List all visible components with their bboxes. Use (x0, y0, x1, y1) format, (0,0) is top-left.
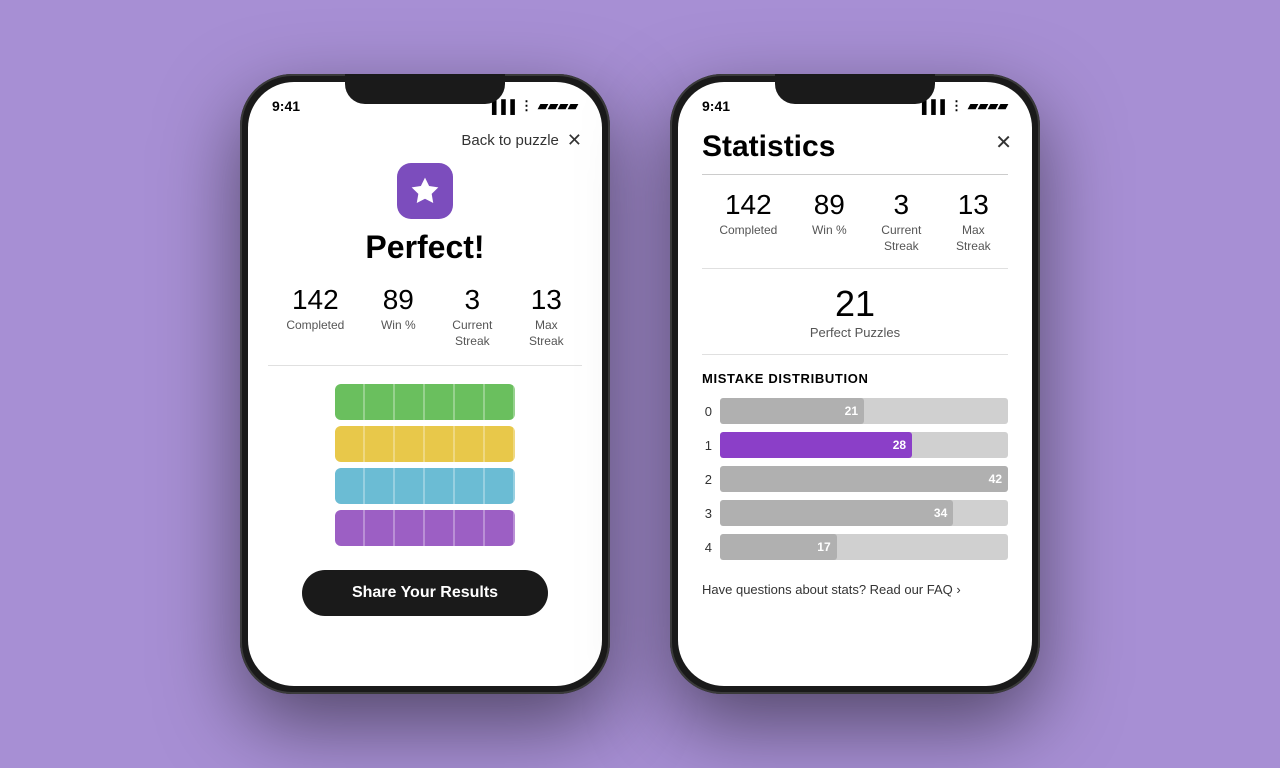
bar-val-4: 17 (817, 540, 830, 554)
bar-fill-2: 42 (720, 466, 1008, 492)
stat-completed: 142 Completed (286, 284, 344, 349)
bar-bg-3: 34 (720, 500, 1008, 526)
phone-2-screen: 9:41 ▐▐▐ ⋮ ▰▰▰▰ ✕ Statistics 142 Complet… (678, 82, 1032, 686)
stat2-streak-label: CurrentStreak (881, 223, 921, 254)
mistake-distribution-title: MISTAKE DISTRIBUTION (702, 371, 1008, 386)
stat2-maxstreak-label: MaxStreak (956, 223, 991, 254)
star-icon-box (397, 163, 453, 219)
perfect-puzzles-number: 21 (835, 283, 875, 325)
stats-row-1: 142 Completed 89 Win % 3 CurrentStreak 1… (268, 284, 582, 366)
bar-fill-3: 34 (720, 500, 953, 526)
stat2-maxstreak: 13 MaxStreak (956, 189, 991, 254)
title-divider (702, 174, 1008, 175)
bar-bg-2: 42 (720, 466, 1008, 492)
bar-index-4: 4 (702, 540, 712, 555)
stat2-maxstreak-num: 13 (958, 189, 989, 221)
bar-row-1: 1 28 (702, 432, 1008, 458)
wifi-icon-2: ⋮ (950, 98, 963, 114)
block-yellow (335, 426, 515, 462)
stat-completed-num: 142 (292, 284, 339, 316)
battery-icon-2: ▰▰▰▰ (968, 98, 1008, 114)
stats-row-2: 142 Completed 89 Win % 3 CurrentStreak 1… (702, 189, 1008, 269)
bar-row-4: 4 17 (702, 534, 1008, 560)
wifi-icon: ⋮ (520, 98, 533, 114)
perfect-puzzles-label: Perfect Puzzles (810, 325, 900, 340)
back-to-puzzle-bar: Back to puzzle ✕ (268, 122, 582, 163)
stat-streak: 3 CurrentStreak (452, 284, 492, 349)
phone-1-screen: 9:41 ▐▐▐ ⋮ ▰▰▰▰ Back to puzzle ✕ Perfect… (248, 82, 602, 686)
bar-row-3: 3 34 (702, 500, 1008, 526)
close-icon[interactable]: ✕ (567, 130, 582, 151)
block-purple (335, 510, 515, 546)
bar-fill-4: 17 (720, 534, 837, 560)
time-1: 9:41 (272, 98, 300, 114)
phone-notch-1 (345, 74, 505, 104)
phone-notch-2 (775, 74, 935, 104)
battery-icon: ▰▰▰▰ (538, 98, 578, 114)
bar-index-0: 0 (702, 404, 712, 419)
bar-bg-4: 17 (720, 534, 1008, 560)
bar-index-3: 3 (702, 506, 712, 521)
stat-winpct-num: 89 (383, 284, 414, 316)
stat2-winpct-label: Win % (812, 223, 847, 239)
stat2-completed-label: Completed (719, 223, 777, 239)
color-blocks (335, 384, 515, 546)
stat2-winpct: 89 Win % (812, 189, 847, 254)
stat-streak-num: 3 (465, 284, 481, 316)
stat-completed-label: Completed (286, 318, 344, 334)
stat-winpct: 89 Win % (381, 284, 416, 349)
stat2-streak-num: 3 (894, 189, 910, 221)
stat2-completed: 142 Completed (719, 189, 777, 254)
block-blue (335, 468, 515, 504)
block-green (335, 384, 515, 420)
bar-fill-0: 21 (720, 398, 864, 424)
bar-fill-1: 28 (720, 432, 912, 458)
stat-maxstreak-label: MaxStreak (529, 318, 564, 349)
share-button[interactable]: Share Your Results (302, 570, 548, 616)
bar-row-0: 0 21 (702, 398, 1008, 424)
bar-index-2: 2 (702, 472, 712, 487)
star-icon (409, 175, 441, 207)
phone-2: 9:41 ▐▐▐ ⋮ ▰▰▰▰ ✕ Statistics 142 Complet… (670, 74, 1040, 694)
back-label[interactable]: Back to puzzle (461, 132, 559, 149)
bar-bg-0: 21 (720, 398, 1008, 424)
phone-1: 9:41 ▐▐▐ ⋮ ▰▰▰▰ Back to puzzle ✕ Perfect… (240, 74, 610, 694)
stat2-completed-num: 142 (725, 189, 772, 221)
bar-val-1: 28 (893, 438, 906, 452)
stat2-winpct-num: 89 (814, 189, 845, 221)
bar-val-3: 34 (934, 506, 947, 520)
status-icons-1: ▐▐▐ ⋮ ▰▰▰▰ (487, 98, 578, 114)
bar-bg-1: 28 (720, 432, 1008, 458)
bar-val-0: 21 (845, 404, 858, 418)
status-icons-2: ▐▐▐ ⋮ ▰▰▰▰ (917, 98, 1008, 114)
stat-streak-label: CurrentStreak (452, 318, 492, 349)
statistics-title: Statistics (702, 122, 1008, 164)
perfect-puzzles-section: 21 Perfect Puzzles (702, 283, 1008, 355)
stat2-streak: 3 CurrentStreak (881, 189, 921, 254)
bar-val-2: 42 (989, 472, 1002, 486)
stat-winpct-label: Win % (381, 318, 416, 334)
faq-link[interactable]: Have questions about stats? Read our FAQ… (702, 582, 1008, 605)
bar-index-1: 1 (702, 438, 712, 453)
phone2-content: Statistics 142 Completed 89 Win % 3 Curr… (678, 122, 1032, 686)
modal-close-icon[interactable]: ✕ (995, 130, 1012, 155)
stat-maxstreak: 13 MaxStreak (529, 284, 564, 349)
time-2: 9:41 (702, 98, 730, 114)
phone1-content: Back to puzzle ✕ Perfect! 142 Completed … (248, 122, 602, 686)
stat-maxstreak-num: 13 (531, 284, 562, 316)
perfect-title: Perfect! (365, 229, 484, 266)
bar-row-2: 2 42 (702, 466, 1008, 492)
